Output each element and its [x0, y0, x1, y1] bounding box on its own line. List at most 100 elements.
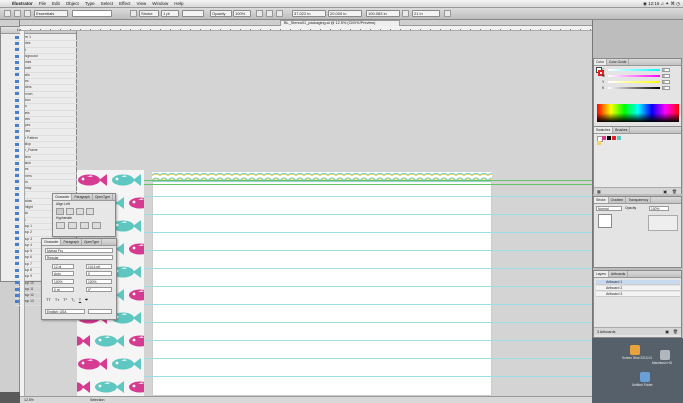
font-family-field[interactable]: Myriad Pro	[45, 248, 113, 253]
vertical-ruler[interactable]	[20, 31, 25, 396]
small-caps-icon[interactable]: Tт	[55, 297, 59, 303]
font-size-field[interactable]: 12 pt	[52, 264, 74, 269]
guide-line[interactable]	[144, 180, 592, 181]
slider-track[interactable]	[608, 87, 660, 89]
swatch-red[interactable]	[612, 136, 616, 140]
tab-paragraph[interactable]: Paragraph	[61, 239, 82, 245]
color-slider-k[interactable]: K0	[602, 86, 680, 90]
height-field[interactable]: 21 in	[412, 10, 440, 17]
slider-track[interactable]	[608, 69, 660, 71]
menu-type[interactable]: Type	[82, 1, 98, 6]
color-spectrum[interactable]	[597, 104, 679, 122]
color-slider-y[interactable]: Y0	[602, 80, 680, 84]
menu-window[interactable]: Window	[149, 1, 171, 6]
tab-artboards[interactable]: Artboards	[609, 271, 629, 277]
menu-select[interactable]: Select	[98, 1, 117, 6]
indent-right-icon[interactable]	[68, 222, 77, 229]
artboard[interactable]	[152, 172, 492, 396]
tab-brushes[interactable]: Brushes	[613, 127, 631, 133]
stroke-weight-field[interactable]: 1 pt	[161, 10, 179, 17]
strikethrough-icon[interactable]: T	[85, 297, 87, 303]
anti-alias-field[interactable]	[88, 309, 112, 314]
tab-stroke[interactable]: Stroke	[594, 197, 609, 203]
indent-left-icon[interactable]	[56, 222, 65, 229]
tab-paragraph[interactable]: Paragraph	[72, 194, 93, 200]
menu-app[interactable]: Illustrator	[9, 1, 36, 6]
blend-mode-field[interactable]: Normal	[596, 206, 622, 211]
vertical-scale-field[interactable]: 100%	[52, 279, 74, 284]
channel-value-field[interactable]: 0	[662, 80, 670, 84]
underline-icon[interactable]: T	[79, 297, 81, 303]
superscript-icon[interactable]: T¹	[63, 297, 67, 303]
new-artboard-icon[interactable]: ▣	[665, 329, 669, 334]
document-setup-icon[interactable]	[266, 10, 273, 17]
object-thumbnail[interactable]	[598, 214, 612, 228]
tab-transparency[interactable]: Transparency	[626, 197, 652, 203]
tracking-field[interactable]: 0	[86, 271, 112, 276]
tab-opentype[interactable]: OpenType	[82, 239, 103, 245]
swatch-pink[interactable]	[602, 136, 606, 140]
language-field[interactable]: English: USA	[45, 309, 85, 314]
x-position-field[interactable]: 37.022 in	[292, 10, 326, 17]
space-before-icon[interactable]	[80, 222, 89, 229]
subscript-icon[interactable]: T₁	[71, 297, 75, 303]
swatch-library-icon[interactable]: ▦	[597, 189, 601, 194]
tab-layers[interactable]: Layers	[594, 271, 609, 277]
swatch-teal[interactable]	[617, 136, 621, 140]
desktop-file-icon[interactable]	[640, 372, 650, 382]
desktop-file-icon[interactable]	[630, 345, 640, 355]
color-slider-c[interactable]: C0	[602, 68, 680, 72]
slider-track[interactable]	[608, 75, 660, 77]
channel-value-field[interactable]: 0	[662, 86, 670, 90]
align-icon[interactable]	[276, 10, 283, 17]
tab-character[interactable]: Character	[42, 239, 62, 245]
delete-artboard-icon[interactable]: 🗑	[673, 329, 678, 334]
style-icon[interactable]	[256, 10, 263, 17]
menu-file[interactable]: File	[36, 1, 49, 6]
tab-swatches[interactable]: Swatches	[594, 127, 614, 133]
menu-edit[interactable]: Edit	[49, 1, 63, 6]
swatch-yellow[interactable]	[597, 141, 601, 145]
color-slider-m[interactable]: M0	[602, 74, 680, 78]
menu-effect[interactable]: Effect	[116, 1, 133, 6]
transform-icon[interactable]	[444, 10, 451, 17]
artboard-row[interactable]: Artboard 3	[596, 292, 680, 297]
slider-track[interactable]	[608, 81, 660, 83]
character-rotation-field[interactable]: 0°	[86, 287, 112, 292]
artboard-row[interactable]: Artboard 1	[596, 280, 680, 285]
menu-help[interactable]: Help	[171, 1, 186, 6]
bridge-icon[interactable]	[14, 10, 21, 17]
width-field[interactable]: 100.083 in	[366, 10, 400, 17]
tab-color-guide[interactable]: Color Guide	[607, 59, 630, 65]
align-right-icon[interactable]	[76, 208, 84, 215]
swatch-black[interactable]	[607, 136, 611, 140]
tab-gradient[interactable]: Gradient	[609, 197, 627, 203]
menu-object[interactable]: Object	[63, 1, 82, 6]
justify-icon[interactable]	[86, 208, 94, 215]
tab-character[interactable]: Character	[53, 194, 73, 200]
channel-value-field[interactable]: 0	[662, 68, 670, 72]
tab-color[interactable]: Color	[594, 59, 607, 65]
desktop-file-icon[interactable]	[660, 350, 670, 360]
menu-view[interactable]: View	[134, 1, 150, 6]
all-caps-icon[interactable]: TT	[46, 297, 51, 303]
delete-swatch-icon[interactable]: 🗑	[672, 189, 677, 194]
zoom-level[interactable]: 12.5%	[24, 398, 34, 402]
align-left-icon[interactable]	[56, 208, 64, 215]
align-center-icon[interactable]	[66, 208, 74, 215]
search-help-field[interactable]	[72, 10, 112, 17]
y-position-field[interactable]: 20.000 in	[328, 10, 362, 17]
stroke-profile[interactable]	[182, 10, 204, 17]
stroke-icon[interactable]	[130, 10, 137, 17]
font-style-field[interactable]: Regular	[45, 255, 113, 260]
tab-opentype[interactable]: OpenType	[93, 194, 114, 200]
horizontal-scale-field[interactable]: 100%	[86, 279, 112, 284]
workspace-switcher[interactable]: Essentials	[34, 10, 68, 17]
horizontal-ruler[interactable]	[20, 26, 592, 31]
baseline-shift-field[interactable]: 0 pt	[52, 287, 74, 292]
opacity-panel-field[interactable]: 100%	[649, 206, 669, 211]
kerning-field[interactable]: Auto	[52, 271, 74, 276]
link-proportions-icon[interactable]	[402, 10, 409, 17]
leading-field[interactable]: (14.4 pt)	[86, 264, 112, 269]
artboard-row[interactable]: Artboard 2	[596, 286, 680, 291]
